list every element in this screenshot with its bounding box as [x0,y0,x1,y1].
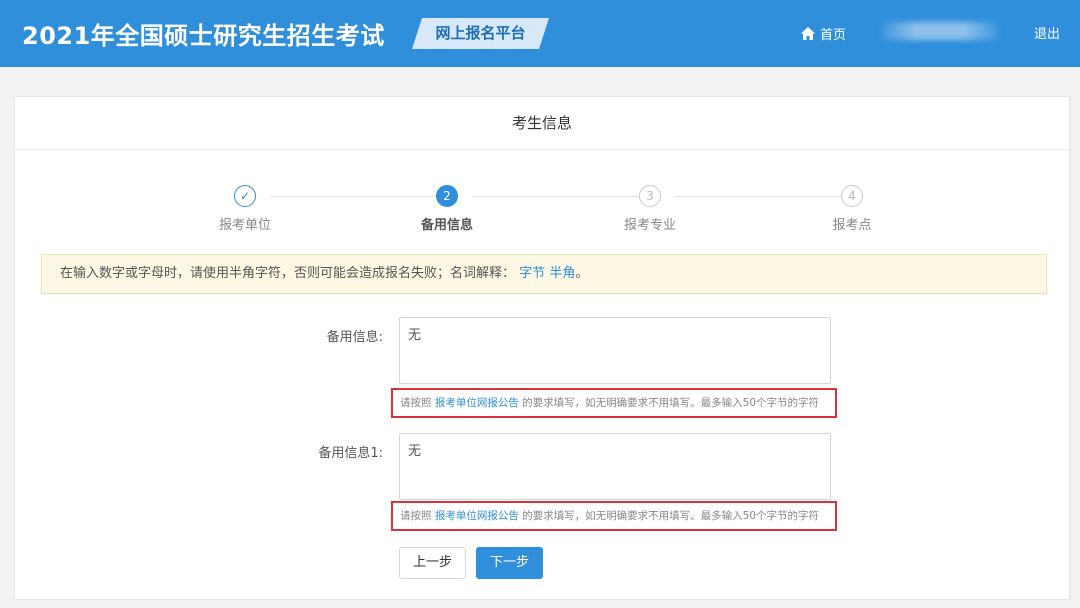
byte-definition-link[interactable]: 字节 [519,266,545,281]
step-number: 3 [639,185,661,207]
announcement-link[interactable]: 报考单位网报公告 [435,510,519,522]
home-link[interactable]: 首页 [800,23,846,43]
platform-badge: 网上报名平台 [412,18,549,49]
step-connector [473,196,638,197]
hint-prefix: 请按照 [400,510,435,522]
step-connector [270,196,435,197]
step-label: 报考点 [832,218,872,233]
backup-info-1-field[interactable]: 无 [399,433,831,500]
halfwidth-notice: 在输入数字或字母时，请使用半角字符，否则可能会造成报名失败；名词解释： 字节 半… [41,254,1047,294]
previous-step-button[interactable]: 上一步 [399,547,466,579]
hint-prefix: 请按照 [400,397,435,409]
backup-info-1-label: 备用信息1: [318,446,383,461]
notice-text: 在输入数字或字母时，请使用半角字符，否则可能会造成报名失败；名词解释： [60,266,516,281]
step-number: 4 [841,185,863,207]
announcement-link[interactable]: 报考单位网报公告 [435,397,519,409]
step-label: 备用信息 [420,218,473,233]
halfwidth-definition-link[interactable]: 半角 [549,266,575,281]
platform-badge-label: 网上报名平台 [435,24,526,42]
hint-suffix: 的要求填写，如无明确要求不用填写。最多输入50个字节的字符 [518,397,820,409]
backup-info-field[interactable]: 无 [399,317,831,384]
notice-end: 。 [575,266,589,281]
backup-info-hint: 请按照 报考单位网报公告 的要求填写，如无明确要求不用填写。最多输入50个字节的… [391,388,837,418]
step-number: 2 [436,185,458,207]
logout-link[interactable]: 退出 [1034,23,1060,42]
home-link-label: 首页 [820,27,847,43]
backup-info-label: 备用信息: [326,330,383,345]
step-label: 报考专业 [623,218,676,233]
candidate-info-card: 考生信息 ✓ 报考单位 2 备用信息 3 报考专业 4 报考点 在输入数字或字母… [14,96,1070,600]
blurred-username [880,22,1000,40]
card-title: 考生信息 [15,97,1069,150]
hint-suffix: 的要求填写，如无明确要求不用填写。最多输入50个字节的字符 [518,510,820,522]
check-icon: ✓ [234,185,256,207]
step-label: 报考单位 [218,218,271,233]
step-connector [676,196,841,197]
top-header-bar: 2021年全国硕士研究生招生考试 网上报名平台 首页 退出 [0,0,1080,67]
home-icon [801,26,815,40]
exam-title: 2021年全国硕士研究生招生考试 [22,22,385,50]
backup-info-1-hint: 请按照 报考单位网报公告 的要求填写，如无明确要求不用填写。最多输入50个字节的… [391,501,837,531]
next-step-button[interactable]: 下一步 [476,547,543,579]
